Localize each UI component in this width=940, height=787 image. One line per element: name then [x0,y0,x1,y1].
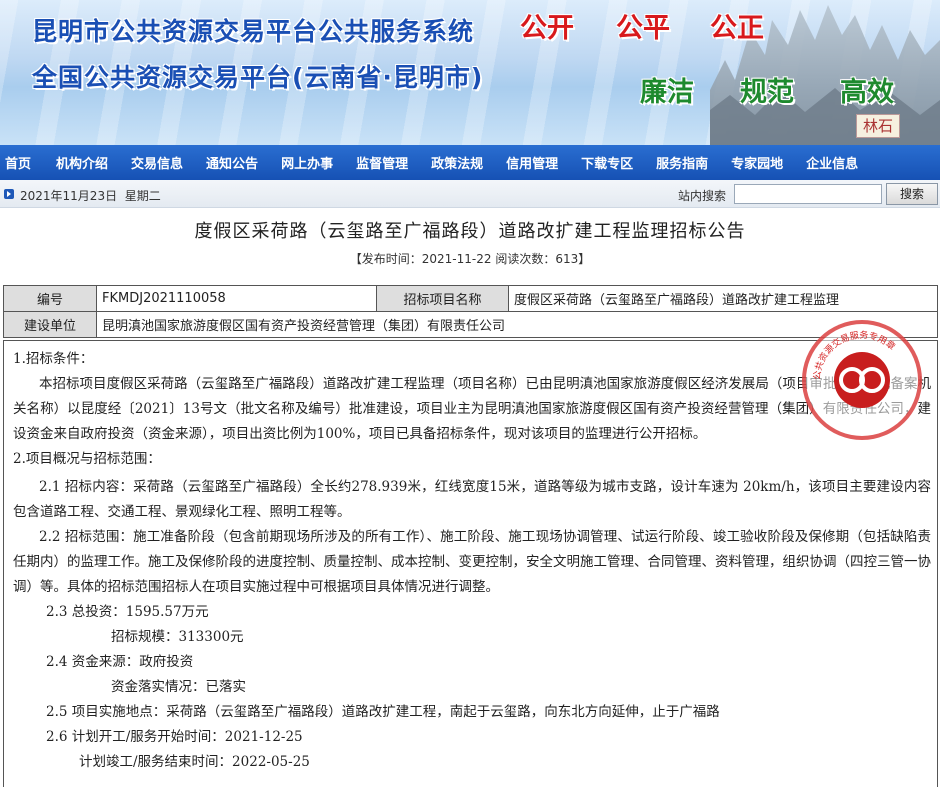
banner-title-line1: 昆明市公共资源交易平台公共服务系统 [32,17,475,46]
article-title: 度假区采荷路（云玺路至广福路段）道路改扩建工程监理招标公告 [194,221,746,242]
nav-item-home[interactable]: 首页 [5,153,31,172]
label-builder: 建设单位 [3,311,97,338]
nav-item-service-guide[interactable]: 服务指南 [656,153,708,172]
banner-title-line2: 全国公共资源交易平台(云南省·昆明市) [32,63,484,92]
slogan-open: 公开 [520,13,574,44]
search-input[interactable] [734,184,882,204]
search-button[interactable]: 搜索 [886,183,938,205]
slogan-efficient: 高效 [840,77,894,108]
official-seal-stamp: 公共资源交易服务专用章 [802,320,922,440]
nav-item-enterprise[interactable]: 企业信息 [806,153,858,172]
nav-item-experts[interactable]: 专家园地 [731,153,783,172]
section-2-6: 2.6 计划开工/服务开始时间：2021-12-25 [46,729,303,745]
project-info-table: 编号 FKMDJ2021110058 招标项目名称 度假区采荷路（云玺路至广福路… [3,285,938,338]
section-2-heading: 2.项目概况与招标范围： [13,451,161,467]
seal-ring: 公共资源交易服务专用章 [812,329,898,408]
section-1-text: 本招标项目度假区采荷路（云玺路至广福路段）道路改扩建工程监理（项目名称）已由昆明… [13,376,931,442]
section-2-4: 2.4 资金来源：政府投资 [46,654,194,670]
value-number: FKMDJ2021110058 [96,285,377,312]
date-value: 2021年11月23日 [20,189,118,203]
weekday-value: 星期二 [124,189,161,203]
current-date: 2021年11月23日 星期二 [20,187,161,204]
label-number: 编号 [3,285,97,312]
table-row: 编号 FKMDJ2021110058 招标项目名称 度假区采荷路（云玺路至广福路… [3,285,938,312]
nav-item-trade-info[interactable]: 交易信息 [131,153,183,172]
slogan-fair: 公平 [616,13,670,44]
slogan-just: 公正 [710,13,764,44]
article-body: 1.招标条件： 本招标项目度假区采荷路（云玺路至广福路段）道路改扩建工程监理（项… [3,340,938,787]
play-arrow-icon [4,189,14,199]
nav-item-notices[interactable]: 通知公告 [206,153,258,172]
section-2-6-end: 计划竣工/服务结束时间：2022-05-25 [79,754,310,770]
banner-seal: 林石 [856,114,900,138]
nav-item-about[interactable]: 机构介绍 [56,153,108,172]
search-label: 站内搜索 [678,189,727,203]
main-nav: 首页 机构介绍 交易信息 通知公告 网上办事 监督管理 政策法规 信用管理 下载… [0,145,940,180]
article-meta: 【发布时间：2021-11-22 阅读次数：613】 [349,252,591,266]
nav-item-credit[interactable]: 信用管理 [506,153,558,172]
section-1-heading: 1.招标条件： [13,351,94,367]
section-2-2: 2.2 招标范围：施工准备阶段（包含前期现场所涉及的所有工作）、施工阶段、施工现… [13,529,931,595]
section-2-1: 2.1 招标内容：采荷路（云玺路至广福路段）全长约278.939米，红线宽度15… [13,479,931,520]
section-2-4-status: 资金落实情况：已落实 [111,679,246,695]
section-2-5: 2.5 项目实施地点：采荷路（云玺路至广福路段）道路改扩建工程，南起于云玺路，向… [46,704,720,720]
table-row: 建设单位 昆明滇池国家旅游度假区国有资产投资经营管理（集团）有限责任公司 [3,311,938,338]
nav-item-downloads[interactable]: 下载专区 [581,153,633,172]
site-banner: 昆明市公共资源交易平台公共服务系统 全国公共资源交易平台(云南省·昆明市) 公开… [0,0,940,145]
section-2-3: 2.3 总投资：1595.57万元 [46,604,209,620]
slogan-clean: 廉洁 [640,77,694,108]
value-project-name: 度假区采荷路（云玺路至广福路段）道路改扩建工程监理 [508,285,938,312]
section-2-3-scale: 招标规模：313300元 [111,629,244,645]
nav-item-supervision[interactable]: 监督管理 [356,153,408,172]
slogan-standard: 规范 [740,77,794,108]
nav-item-online-service[interactable]: 网上办事 [281,153,333,172]
date-search-bar: 2021年11月23日 星期二 站内搜索 搜索 [0,180,940,208]
nav-item-regulations[interactable]: 政策法规 [431,153,483,172]
label-project-name: 招标项目名称 [376,285,509,312]
